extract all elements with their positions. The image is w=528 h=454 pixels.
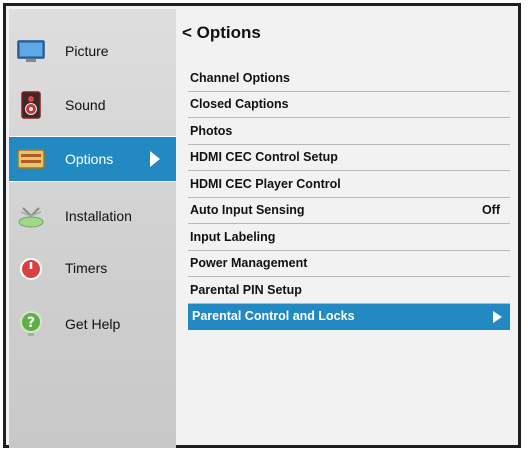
sidebar: Picture Sound Options Installation Timer… [9,9,176,448]
menu-item-label: HDMI CEC Player Control [190,176,341,191]
menu-item-photos[interactable]: Photos [188,118,510,145]
sidebar-item-label: Picture [65,43,109,59]
menu-item-hdmi-cec-control-setup[interactable]: HDMI CEC Control Setup [188,145,510,171]
menu-item-parental-control-and-locks[interactable]: Parental Control and Locks [188,303,510,330]
sidebar-item-picture[interactable]: Picture [9,29,176,73]
menu-item-value: Off [481,203,500,218]
sidebar-item-installation[interactable]: Installation [9,194,176,238]
sidebar-item-options[interactable]: Options [9,136,176,182]
sidebar-item-label: Get Help [65,316,121,332]
menu-item-input-labeling[interactable]: Input Labeling [188,224,510,251]
menu-item-label: Channel Options [190,70,290,85]
sidebar-item-label: Options [65,151,114,167]
options-icon [17,149,45,169]
menu-item-closed-captions[interactable]: Closed Captions [188,92,510,118]
chevron-right-icon [150,151,160,167]
menu-item-power-management[interactable]: Power Management [188,251,510,277]
sidebar-item-timers[interactable]: Timers [9,246,176,290]
svg-text:?: ? [27,315,35,331]
sidebar-item-sound[interactable]: Sound [9,83,176,127]
main-panel: < Options Channel Options Closed Caption… [176,9,515,442]
antenna-icon [18,207,44,228]
sidebar-item-label: Sound [65,97,106,113]
sidebar-item-label: Installation [65,208,132,224]
menu-item-label: Parental PIN Setup [190,282,302,297]
sidebar-item-get-help[interactable]: ? Get Help [9,302,176,346]
menu-item-label: Parental Control and Locks [192,309,355,324]
tv-icon [17,40,45,62]
menu-item-label: HDMI CEC Control Setup [190,150,338,165]
menu-item-label: Photos [190,123,233,138]
timer-icon [20,258,42,280]
help-icon: ? [20,311,42,336]
chevron-right-icon [493,310,502,323]
menu-item-label: Input Labeling [190,229,276,244]
menu-item-label: Closed Captions [190,97,289,112]
menu-item-label: Auto Input Sensing [190,203,305,218]
menu-item-channel-options[interactable]: Channel Options [188,65,510,92]
options-menu: Channel Options Closed Captions Photos H… [188,65,510,330]
tv-menu-frame: Picture Sound Options Installation Timer… [3,3,521,448]
menu-item-parental-pin-setup[interactable]: Parental PIN Setup [188,277,510,304]
speaker-icon [21,91,41,119]
page-title[interactable]: < Options [182,23,261,43]
menu-item-hdmi-cec-player-control[interactable]: HDMI CEC Player Control [188,171,510,198]
menu-item-label: Power Management [190,256,308,271]
sidebar-item-label: Timers [65,260,108,276]
menu-item-auto-input-sensing[interactable]: Auto Input Sensing Off [188,198,510,224]
